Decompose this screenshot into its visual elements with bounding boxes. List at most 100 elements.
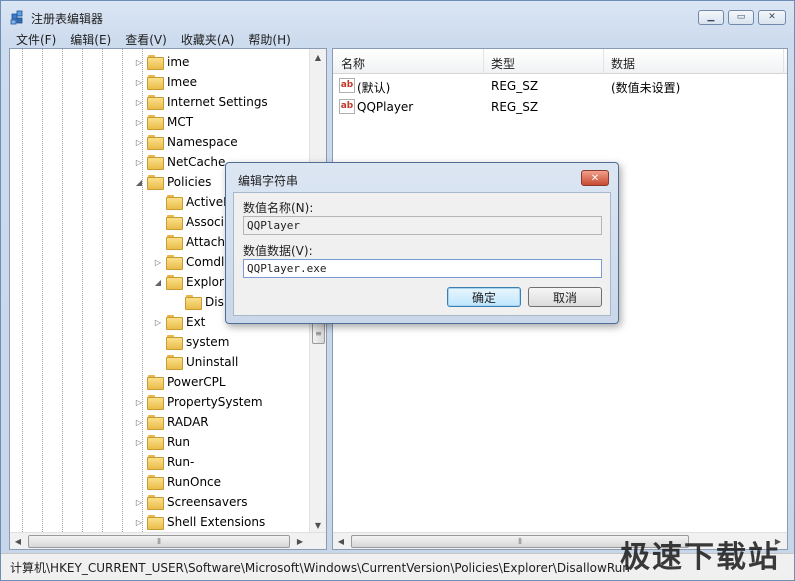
folder-icon <box>166 335 183 350</box>
folder-icon <box>147 55 164 70</box>
value-name-field: QQPlayer <box>243 216 602 235</box>
registry-editor-window: 注册表编辑器 ▁ ▭ ✕ 文件(F) 编辑(E) 查看(V) 收藏夹(A) 帮助… <box>0 0 795 581</box>
folder-icon <box>166 235 183 250</box>
dialog-close-button[interactable]: ✕ <box>581 170 609 186</box>
tree-item[interactable]: Dis <box>172 292 224 312</box>
menu-file[interactable]: 文件(F) <box>9 30 63 48</box>
tree-item-label: Run- <box>167 455 195 469</box>
close-button[interactable]: ✕ <box>758 10 786 25</box>
tree-item-label: Uninstall <box>186 355 239 369</box>
folder-icon <box>147 515 164 530</box>
collapse-icon[interactable]: ◢ <box>153 277 163 287</box>
tree-item[interactable]: PowerCPL <box>134 372 226 392</box>
expand-icon[interactable]: ▷ <box>134 97 144 107</box>
tree-horizontal-scrollbar[interactable]: ◀ ⦀ ▶ <box>10 532 326 549</box>
cancel-button[interactable]: 取消 <box>528 287 602 307</box>
expand-icon[interactable]: ▷ <box>153 317 163 327</box>
expand-icon[interactable]: ▷ <box>134 437 144 447</box>
column-type[interactable]: 类型 <box>491 55 515 72</box>
string-value-icon: ab <box>339 78 355 93</box>
value-data-input[interactable]: QQPlayer.exe <box>243 259 602 278</box>
tree-item[interactable]: Uninstall <box>153 352 238 372</box>
column-data[interactable]: 数据 <box>611 55 635 72</box>
tree-item-label: Attachi <box>186 235 229 249</box>
expand-icon[interactable]: ▷ <box>134 417 144 427</box>
expand-icon[interactable]: ▷ <box>134 497 144 507</box>
expand-icon[interactable]: ▷ <box>134 517 144 527</box>
menu-view[interactable]: 查看(V) <box>118 30 174 48</box>
tree-item[interactable]: Run- <box>134 452 194 472</box>
dialog-body: 数值名称(N): QQPlayer 数值数据(V): QQPlayer.exe … <box>233 192 611 316</box>
collapse-icon[interactable]: ◢ <box>134 177 144 187</box>
tree-item[interactable]: ◢ Explor <box>153 272 224 292</box>
maximize-icon: ▭ <box>736 12 746 22</box>
tree-item-label: ime <box>167 55 190 69</box>
tree-item-label: Namespace <box>167 135 238 149</box>
column-name[interactable]: 名称 <box>341 55 365 72</box>
expand-icon[interactable]: ▷ <box>134 57 144 67</box>
tree-item[interactable]: ▷ Comdl <box>153 252 224 272</box>
scroll-thumb[interactable]: ≡ <box>312 322 325 344</box>
tree-item[interactable]: ▷ MCT <box>134 112 193 132</box>
tree-item[interactable]: ▷ Shell Extensions <box>134 512 265 532</box>
list-item[interactable]: ab QQPlayer REG_SZ <box>333 97 787 117</box>
minimize-button[interactable]: ▁ <box>698 10 724 25</box>
watermark: 极速下载站 <box>620 540 780 575</box>
tree-item-label: Imee <box>167 75 197 89</box>
tree-item[interactable]: ▷ ime <box>134 52 189 72</box>
tree-guide-lines <box>10 49 143 534</box>
folder-icon <box>147 455 164 470</box>
folder-icon <box>147 395 164 410</box>
tree-item[interactable]: ◢ Policies <box>134 172 211 192</box>
expand-icon[interactable]: ▷ <box>134 397 144 407</box>
tree-item[interactable]: ▷ Namespace <box>134 132 238 152</box>
tree-item[interactable]: ▷ PropertySystem <box>134 392 263 412</box>
tree-item[interactable]: ▷ NetCache <box>134 152 225 172</box>
tree-item[interactable]: ▷ Ext <box>153 312 205 332</box>
tree-item[interactable]: RunOnce <box>134 472 221 492</box>
tree-item-label: PowerCPL <box>167 375 226 389</box>
folder-icon <box>185 295 202 310</box>
tree-item[interactable]: ▷ RADAR <box>134 412 209 432</box>
folder-icon <box>166 275 183 290</box>
expand-icon[interactable]: ▷ <box>134 117 144 127</box>
maximize-button[interactable]: ▭ <box>728 10 754 25</box>
tree-item[interactable]: system <box>153 332 229 352</box>
title-bar[interactable]: 注册表编辑器 ▁ ▭ ✕ <box>1 1 794 31</box>
tree-item[interactable]: ▷ Run <box>134 432 190 452</box>
folder-icon <box>147 175 164 190</box>
scroll-up-icon[interactable]: ▲ <box>310 49 326 66</box>
expand-icon[interactable]: ▷ <box>134 137 144 147</box>
value-data-label: 数值数据(V): <box>243 244 313 258</box>
scroll-thumb[interactable]: ⦀ <box>28 535 290 548</box>
expand-icon[interactable]: ▷ <box>134 157 144 167</box>
tree-item[interactable]: Associ <box>153 212 224 232</box>
minimize-icon: ▁ <box>707 12 715 22</box>
value-name: (默认) <box>357 81 391 95</box>
list-item[interactable]: ab (默认) REG_SZ (数值未设置) <box>333 76 787 96</box>
tree-item-label: Policies <box>167 175 212 189</box>
tree-item[interactable]: ▷ Imee <box>134 72 197 92</box>
expand-icon[interactable]: ▷ <box>153 257 163 267</box>
scroll-right-icon[interactable]: ▶ <box>292 533 308 549</box>
menu-help[interactable]: 帮助(H) <box>241 30 297 48</box>
scroll-left-icon[interactable]: ◀ <box>10 533 26 549</box>
tree-item[interactable]: ActiveD <box>153 192 232 212</box>
tree-item[interactable]: ▷ Screensavers <box>134 492 248 512</box>
menu-edit[interactable]: 编辑(E) <box>63 30 118 48</box>
tree-item[interactable]: Attachi <box>153 232 228 252</box>
folder-icon <box>147 95 164 110</box>
scroll-left-icon[interactable]: ◀ <box>333 533 349 549</box>
menu-favorites[interactable]: 收藏夹(A) <box>174 30 242 48</box>
expand-icon[interactable]: ▷ <box>134 77 144 87</box>
tree-item-label: PropertySystem <box>167 395 263 409</box>
ok-button[interactable]: 确定 <box>447 287 521 307</box>
registry-editor-icon <box>10 10 23 25</box>
folder-icon <box>147 155 164 170</box>
tree-item[interactable]: ▷ Internet Settings <box>134 92 268 112</box>
edit-string-dialog: 编辑字符串 ✕ 数值名称(N): QQPlayer 数值数据(V): QQPla… <box>225 162 619 324</box>
